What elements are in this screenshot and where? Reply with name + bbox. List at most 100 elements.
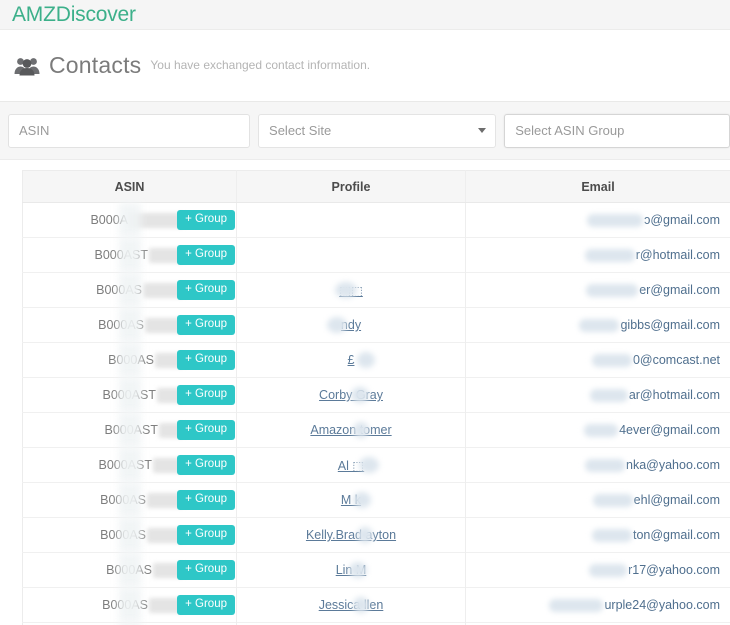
add-group-button[interactable]: + Group	[177, 244, 235, 266]
brand-logo[interactable]: AMZDiscover	[12, 3, 136, 27]
asin-cell-content: B000AS + Group	[24, 343, 235, 377]
email-value: ar@hotmail.com	[628, 387, 720, 402]
table-row: B000AST + Group r@hotmail.com	[22, 237, 730, 273]
cell-profile	[236, 237, 466, 273]
cell-asin: B000AS + Group	[22, 307, 237, 343]
page-header: Contacts You have exchanged contact info…	[0, 30, 730, 102]
cell-email: 0@comcast.net	[465, 342, 730, 378]
profile-link[interactable]: ⬚⬚	[339, 284, 363, 298]
cell-profile: Kelly.Brad ayton	[236, 517, 466, 553]
asin-value: B000AS	[100, 493, 146, 507]
cell-asin: B000AS + Group	[22, 342, 237, 378]
asin-input-placeholder: ASIN	[19, 123, 50, 138]
column-header-asin[interactable]: ASIN	[22, 170, 237, 203]
profile-link[interactable]: Amazon tomer	[310, 423, 391, 437]
email-value: r17@yahoo.com	[628, 562, 720, 577]
profile-redaction	[357, 352, 375, 368]
column-header-email[interactable]: Email	[465, 170, 730, 203]
table-row: B000AST + Group Corby Gray ar@hotmail.com	[22, 377, 730, 413]
email-value: 0@comcast.net	[632, 352, 720, 367]
cell-profile: Amazon tomer	[236, 412, 466, 448]
profile-link[interactable]: Kelly.Brad ayton	[306, 528, 396, 542]
cell-email: ehl@gmail.com	[465, 482, 730, 518]
table-row: B000AS + Group ndy gibbs@gmail.com	[22, 307, 730, 343]
table-row: B000A + Group ɔ@gmail.com	[22, 202, 730, 238]
add-group-button[interactable]: + Group	[177, 419, 235, 441]
contacts-table-container: ASIN Profile Email B000A + Group ɔ@gmail.c…	[0, 160, 730, 625]
asin-value: B000AST	[98, 458, 152, 472]
profile-link[interactable]: Jessica llen	[319, 598, 384, 612]
cell-profile: ndy	[236, 307, 466, 343]
asin-cell-content: B000AST + Group	[24, 238, 235, 272]
email-redaction	[585, 459, 625, 473]
asin-cell-content: B000AST + Group	[24, 378, 235, 412]
add-group-button[interactable]: + Group	[177, 454, 235, 476]
cell-asin: B000AS + Group	[22, 272, 237, 308]
email-redaction	[589, 389, 628, 403]
email-value: er@gmail.com	[639, 282, 720, 297]
add-group-button[interactable]: + Group	[177, 349, 235, 371]
asin-redaction	[129, 212, 183, 228]
filter-bar: ASIN Select Site Select ASIN Group	[0, 102, 730, 160]
asin-value: B000AS	[96, 283, 142, 297]
site-select-placeholder: Select Site	[269, 123, 332, 138]
add-group-button[interactable]: + Group	[177, 524, 235, 546]
profile-link[interactable]: M k	[341, 493, 361, 507]
email-value: ehl@gmail.com	[633, 492, 720, 507]
asin-cell-content: B000AS + Group	[24, 553, 235, 587]
asin-input[interactable]: ASIN	[8, 113, 251, 148]
asin-group-placeholder: Select ASIN Group	[515, 123, 625, 138]
site-select[interactable]: Select Site	[258, 113, 497, 148]
add-group-button[interactable]: + Group	[177, 314, 235, 336]
email-value: r@hotmail.com	[635, 247, 720, 262]
table-row: B000AST + Group Al ⬚ nka@yahoo.com	[22, 447, 730, 483]
email-redaction	[584, 424, 619, 438]
profile-link[interactable]: Corby Gray	[319, 388, 383, 402]
cell-asin: B000AST + Group	[22, 237, 237, 273]
profile-link[interactable]: ndy	[341, 318, 361, 332]
table-row: B000AS + Group Jessica llen urple24@yahoo.c…	[22, 587, 730, 623]
add-group-button[interactable]: + Group	[177, 209, 235, 231]
add-group-button[interactable]: + Group	[177, 559, 235, 581]
profile-link[interactable]: Lin M	[336, 563, 367, 577]
cell-asin: B000AST + Group	[22, 377, 237, 413]
table-row: B000AS + Group Kelly.Brad ayton ton@gmail.c…	[22, 517, 730, 553]
asin-value: B000AST	[94, 248, 148, 262]
column-header-profile[interactable]: Profile	[236, 170, 466, 203]
cell-profile: Lin M	[236, 552, 466, 588]
asin-value: B000AS	[106, 563, 152, 577]
asin-value: B000AS	[98, 318, 144, 332]
add-group-button[interactable]: + Group	[177, 279, 235, 301]
cell-email: 4ever@gmail.com	[465, 412, 730, 448]
contacts-table: ASIN Profile Email B000A + Group ɔ@gmail.c…	[22, 170, 730, 625]
asin-group-input[interactable]: Select ASIN Group	[504, 113, 730, 148]
table-row: B000AS + Group ⬚⬚ er@gmail.com	[22, 272, 730, 308]
add-group-button[interactable]: + Group	[177, 489, 235, 511]
email-redaction	[589, 564, 628, 578]
cell-email: ar@hotmail.com	[465, 377, 730, 413]
cell-asin: B000AST + Group	[22, 447, 237, 483]
cell-asin: B000AST + Group	[22, 412, 237, 448]
cell-email: r@hotmail.com	[465, 237, 730, 273]
top-brand-bar: AMZDiscover	[0, 0, 730, 30]
cell-asin: B000A + Group	[22, 202, 237, 238]
table-row: B000AS + Group M k ehl@gmail.com	[22, 482, 730, 518]
asin-cell-content: B000AS + Group	[24, 588, 235, 622]
email-value: ton@gmail.com	[632, 527, 720, 542]
cell-asin: B000AS + Group	[22, 482, 237, 518]
asin-cell-content: B000A + Group	[24, 203, 235, 237]
add-group-button[interactable]: + Group	[177, 594, 235, 616]
add-group-button[interactable]: + Group	[177, 384, 235, 406]
profile-link[interactable]: £	[348, 353, 355, 367]
cell-asin: B000AS + Group	[22, 587, 237, 623]
cell-profile: ⬚⬚	[236, 272, 466, 308]
asin-value: B000A	[90, 213, 128, 227]
cell-email: ton@gmail.com	[465, 517, 730, 553]
asin-value: B000AST	[104, 423, 158, 437]
asin-value: B000AS	[108, 353, 154, 367]
email-redaction	[549, 599, 604, 613]
email-value: 4ever@gmail.com	[619, 422, 720, 437]
cell-email: er@gmail.com	[465, 272, 730, 308]
profile-link[interactable]: Al ⬚	[338, 459, 364, 473]
users-icon	[14, 56, 40, 76]
